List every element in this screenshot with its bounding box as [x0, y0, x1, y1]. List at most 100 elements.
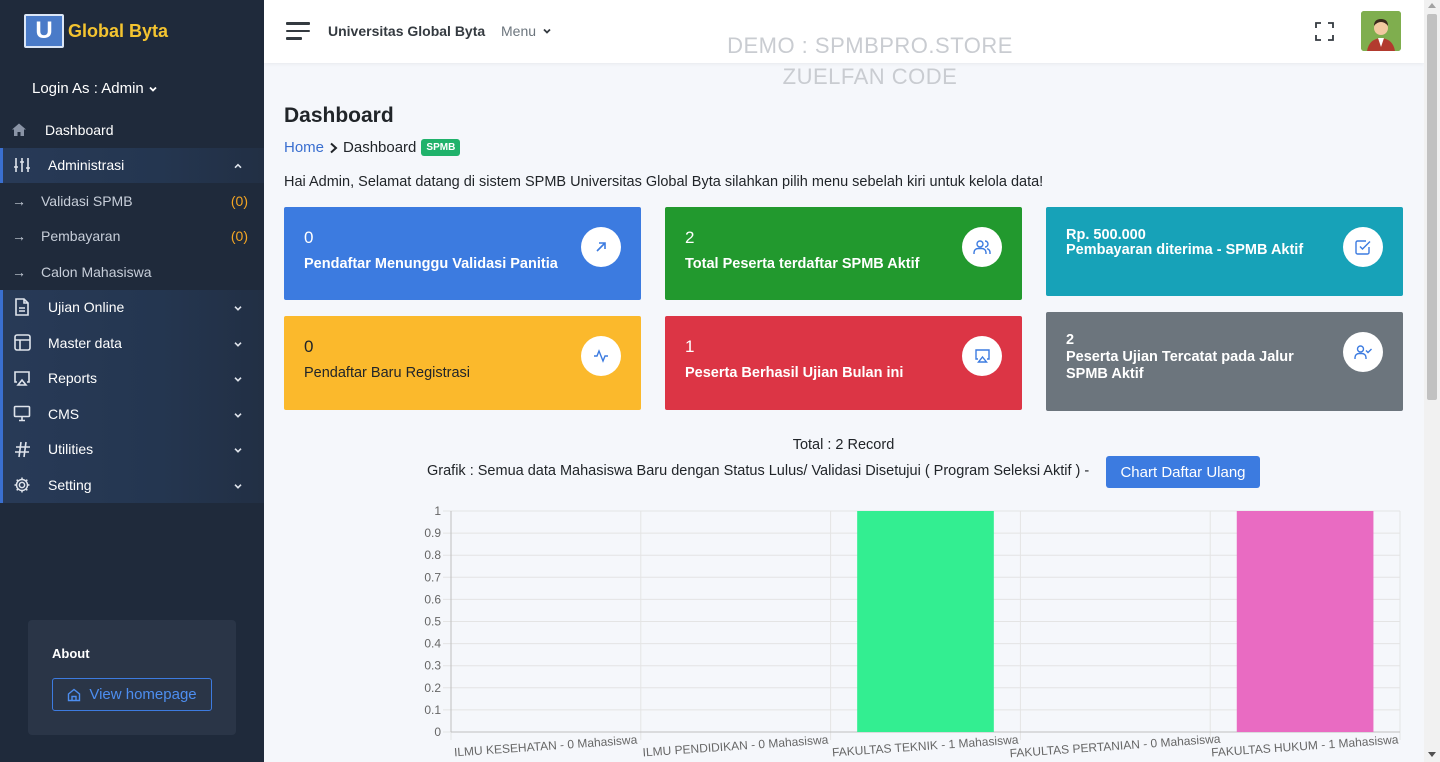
chevron-down-icon: [234, 341, 242, 347]
sidebar-item-master-data[interactable]: Master data: [0, 325, 264, 361]
sidebar-item-setting[interactable]: Setting: [0, 467, 264, 503]
stat-label: Peserta Ujian Tercatat pada Jalur SPMB A…: [1066, 349, 1294, 382]
layout-icon: [13, 334, 31, 352]
about-title: About: [52, 646, 90, 661]
sidebar-item-label: Reports: [48, 370, 98, 387]
watermark-line-1: DEMO : SPMBPRO.STORE: [727, 33, 1013, 58]
chevron-up-icon: [234, 163, 242, 169]
hash-icon: [13, 440, 31, 458]
y-tick-label: 0.6: [424, 592, 441, 606]
brand[interactable]: U Global Byta: [24, 14, 168, 48]
chart-subtitle: Grafik : Semua data Mahasiswa Baru denga…: [427, 463, 1090, 479]
x-tick-label: FAKULTAS PERTANIAN - 0 Mahasiswa: [1009, 732, 1221, 761]
sidebar-item-label: Ujian Online: [48, 299, 125, 316]
stat-value: Rp. 500.000: [1066, 227, 1146, 243]
sidebar-item-ujian-online[interactable]: Ujian Online: [0, 289, 264, 325]
y-tick-label: 0.4: [424, 637, 441, 651]
about-card: About View homepage: [28, 620, 236, 735]
bar-chart: 0 0.1 0.2 0.3 0.4 0.5 0.6 0.7 0.8 0.9 1 ILMU KESEHA…: [424, 504, 1401, 761]
file-icon: [13, 298, 31, 317]
chevron-down-icon: [234, 412, 242, 418]
x-tick-label: FAKULTAS TEKNIK - 1 Mahasiswa: [832, 732, 1020, 759]
count-badge: (0): [230, 192, 248, 209]
sidebar-item-administrasi[interactable]: Administrasi: [0, 147, 264, 183]
sidebar-item-utilities[interactable]: Utilities: [0, 431, 264, 467]
stat-label: Peserta Berhasil Ujian Bulan ini: [685, 365, 904, 381]
login-as-dropdown[interactable]: Login As : Admin: [32, 80, 158, 97]
sidebar-item-label: Administrasi: [48, 157, 125, 174]
y-tick-label: 0.7: [424, 570, 441, 584]
x-tick-label: ILMU PENDIDIKAN - 0 Mahasiswa: [642, 733, 829, 760]
avatar[interactable]: [1361, 11, 1401, 51]
breadcrumb: Home Dashboard SPMB: [284, 139, 461, 156]
fullscreen-icon[interactable]: [1315, 22, 1334, 41]
stat-card-total-peserta[interactable]: 2 Total Peserta terdaftar SPMB Aktif: [665, 207, 1022, 300]
sidebar-item-dashboard[interactable]: Dashboard: [0, 112, 264, 148]
topbar-menu-dropdown[interactable]: Menu: [501, 23, 552, 39]
topbar-menu-label: Menu: [501, 23, 537, 39]
watermark-line-2: ZUELFAN CODE: [782, 64, 958, 89]
view-homepage-button[interactable]: View homepage: [52, 678, 212, 711]
y-tick-label: 0.5: [424, 615, 441, 629]
sidebar-item-cms[interactable]: CMS: [0, 396, 264, 432]
stat-label: Pendaftar Baru Registrasi: [304, 365, 471, 381]
y-tick-label: 0.2: [424, 681, 441, 695]
stat-card-pendaftar-baru[interactable]: 0 Pendaftar Baru Registrasi: [284, 316, 641, 410]
sidebar-item-label: Utilities: [48, 441, 94, 458]
hamburger-menu-icon[interactable]: [286, 22, 310, 40]
user-avatar-icon: [1361, 11, 1401, 51]
count-badge: (0): [230, 228, 248, 245]
sidebar-item-label: CMS: [48, 405, 80, 422]
y-tick-label: 0.1: [424, 703, 441, 717]
sidebar-subitem-label: Pembayaran: [41, 228, 121, 245]
page-scrollbar[interactable]: [1424, 0, 1440, 762]
sidebar-item-label: Master data: [48, 334, 122, 351]
login-as-label: Login As : Admin: [32, 80, 144, 97]
topbar-title: Universitas Global Byta: [328, 23, 486, 39]
chevron-down-icon: [543, 28, 551, 34]
y-tick-label: 1: [434, 504, 441, 518]
sidebar-subitem-label: Calon Mahasiswa: [41, 263, 152, 280]
sidebar-item-reports[interactable]: Reports: [0, 360, 264, 396]
sidebar-subitem-calon-mahasiswa[interactable]: → Calon Mahasiswa: [0, 254, 264, 290]
arrow-up-right-icon: [581, 227, 621, 267]
sidebar-item-label: Setting: [48, 476, 92, 493]
airplay-icon: [962, 336, 1002, 376]
breadcrumb-home-link[interactable]: Home: [284, 139, 324, 156]
arrow-right-icon: →: [12, 263, 26, 280]
x-tick-label: FAKULTAS HUKUM - 1 Mahasiswa: [1211, 732, 1399, 759]
stat-card-menunggu-validasi[interactable]: 0 Pendaftar Menunggu Validasi Panitia: [284, 207, 641, 300]
home-outline-icon: [68, 688, 81, 701]
chevron-down-icon: [234, 377, 242, 383]
stat-value: 0: [304, 228, 314, 247]
arrow-right-icon: →: [12, 228, 26, 245]
chart-daftar-ulang-button[interactable]: Chart Daftar Ulang: [1106, 456, 1260, 488]
sidebar-subitem-label: Validasi SPMB: [41, 192, 133, 209]
sidebar-nav: Dashboard Administrasi → Validasi SPMB (…: [0, 112, 264, 503]
brand-name: Global Byta: [68, 20, 169, 41]
chevron-down-icon: [234, 483, 242, 489]
stat-card-berhasil-ujian[interactable]: 1 Peserta Berhasil Ujian Bulan ini: [665, 316, 1022, 410]
scroll-up-icon[interactable]: [1428, 3, 1436, 8]
welcome-text: Hai Admin, Selamat datang di sistem SPMB…: [284, 174, 1044, 190]
sliders-icon: [13, 156, 31, 174]
sidebar-subitem-validasi-spmb[interactable]: → Validasi SPMB (0): [0, 183, 264, 219]
sidebar-subitem-pembayaran[interactable]: → Pembayaran (0): [0, 219, 264, 255]
gear-icon: [13, 476, 31, 494]
chart-total: Total : 2 Record: [792, 437, 895, 453]
stat-value: 2: [685, 228, 695, 247]
chevron-right-icon: [330, 142, 338, 153]
stat-card-pembayaran[interactable]: Rp. 500.000 Pembayaran diterima - SPMB A…: [1046, 207, 1403, 296]
scroll-down-icon[interactable]: [1428, 752, 1436, 757]
user-check-icon: [1343, 332, 1383, 372]
y-tick-label: 0.3: [424, 659, 441, 673]
y-tick-label: 0.8: [424, 548, 441, 562]
stat-card-peserta-ujian-tercatat[interactable]: 2 Peserta Ujian Tercatat pada Jalur SPMB…: [1046, 312, 1403, 411]
chevron-down-icon: [234, 306, 242, 312]
stat-label: Pendaftar Menunggu Validasi Panitia: [304, 256, 558, 272]
view-homepage-label: View homepage: [89, 686, 197, 703]
chevron-down-icon: [234, 448, 242, 454]
y-tick-label: 0.9: [424, 526, 441, 540]
scroll-thumb[interactable]: [1427, 14, 1437, 400]
stat-label: Pembayaran diterima - SPMB Aktif: [1066, 242, 1304, 258]
